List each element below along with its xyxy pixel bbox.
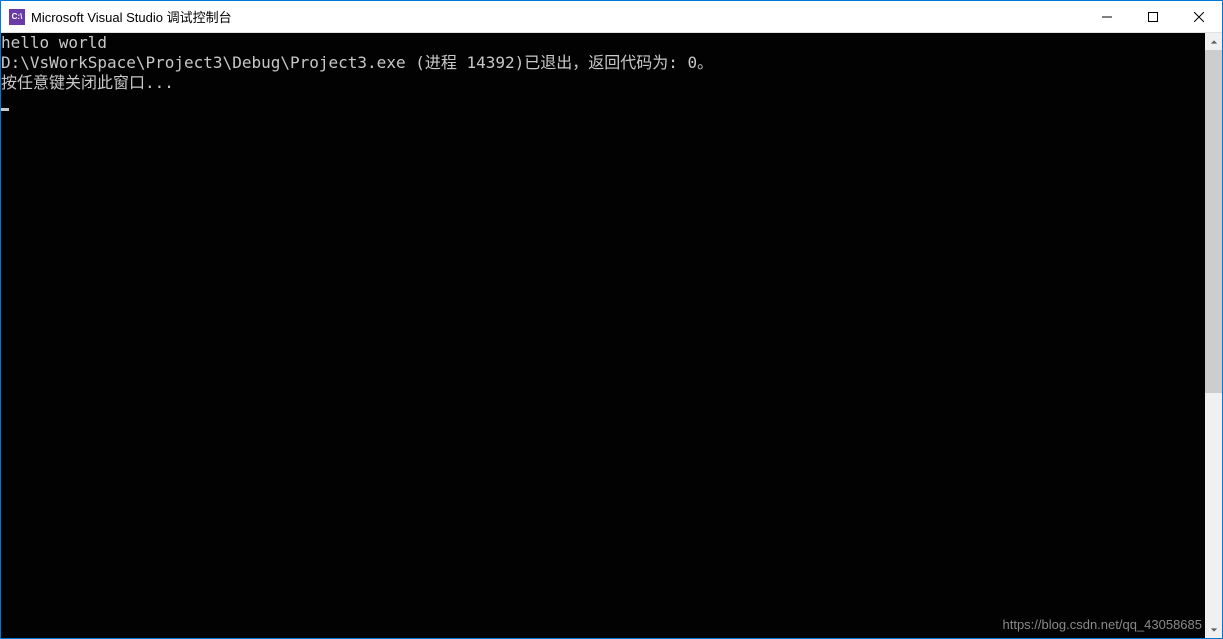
minimize-button[interactable] — [1084, 1, 1130, 32]
chevron-up-icon — [1210, 38, 1218, 46]
console-line: 按任意键关闭此窗口... — [1, 73, 1205, 93]
cursor — [1, 108, 9, 111]
maximize-button[interactable] — [1130, 1, 1176, 32]
scrollbar-up-button[interactable] — [1205, 33, 1222, 50]
scrollbar-thumb[interactable] — [1205, 50, 1222, 393]
chevron-down-icon — [1210, 626, 1218, 634]
window-title: Microsoft Visual Studio 调试控制台 — [31, 7, 1084, 26]
titlebar[interactable]: C:\ Microsoft Visual Studio 调试控制台 — [1, 1, 1222, 33]
vertical-scrollbar[interactable] — [1205, 33, 1222, 638]
close-icon — [1194, 12, 1204, 22]
console-window: C:\ Microsoft Visual Studio 调试控制台 hello … — [0, 0, 1223, 639]
maximize-icon — [1148, 12, 1158, 22]
scrollbar-down-button[interactable] — [1205, 621, 1222, 638]
window-controls — [1084, 1, 1222, 32]
app-icon: C:\ — [9, 9, 25, 25]
console-line: hello world — [1, 33, 1205, 53]
minimize-icon — [1102, 12, 1112, 22]
close-button[interactable] — [1176, 1, 1222, 32]
console-line: D:\VsWorkSpace\Project3\Debug\Project3.e… — [1, 53, 1205, 73]
console-content[interactable]: hello worldD:\VsWorkSpace\Project3\Debug… — [1, 33, 1205, 638]
scrollbar-track[interactable] — [1205, 50, 1222, 621]
console-area: hello worldD:\VsWorkSpace\Project3\Debug… — [1, 33, 1222, 638]
